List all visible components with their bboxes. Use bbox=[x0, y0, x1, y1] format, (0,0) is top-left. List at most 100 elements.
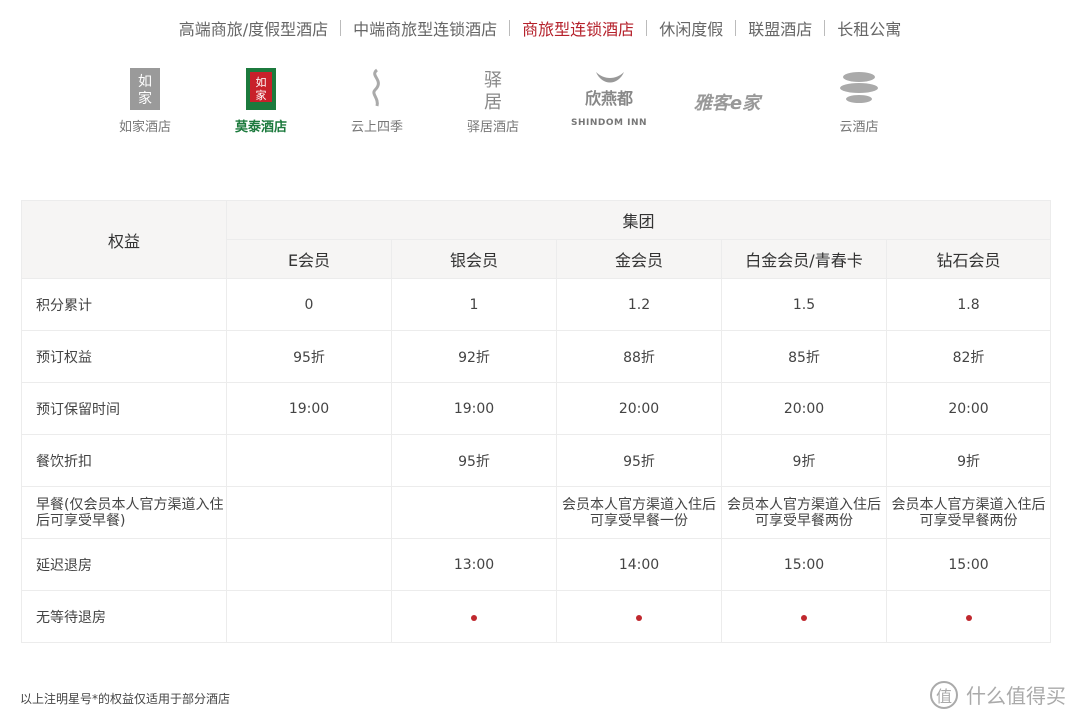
table-cell: 19:00 bbox=[391, 382, 557, 435]
tier-header-gold: 金会员 bbox=[556, 239, 722, 279]
hotel-category-nav: 高端商旅/度假型酒店 中端商旅型连锁酒店 商旅型连锁酒店 休闲度假 联盟酒店 长… bbox=[0, 14, 1080, 42]
table-cell: 95折 bbox=[391, 434, 557, 487]
table-cell bbox=[226, 538, 392, 591]
table-cell: 19:00 bbox=[226, 382, 392, 435]
table-row: 无等待退房 bbox=[21, 590, 1052, 643]
table-row: 积分累计 0 1 1.2 1.5 1.8 bbox=[21, 278, 1052, 331]
brand-yunshang[interactable]: 云上四季 bbox=[322, 64, 432, 144]
table-cell: 1.8 bbox=[885, 278, 1052, 331]
table-cell: 20:00 bbox=[556, 382, 722, 435]
table-cell bbox=[226, 486, 392, 539]
yunshang-logo-icon bbox=[322, 64, 432, 114]
table-row: 预订权益 95折 92折 88折 85折 82折 bbox=[21, 330, 1052, 383]
svg-text:雅客e家: 雅客e家 bbox=[694, 93, 763, 114]
brand-caption: 莫泰酒店 bbox=[234, 120, 287, 135]
table-cell: 95折 bbox=[556, 434, 722, 487]
benefits-column-header: 权益 bbox=[21, 200, 227, 279]
footnote: 以上注明星号*的权益仅适用于部分酒店 bbox=[20, 692, 231, 706]
table-cell: 20:00 bbox=[885, 382, 1052, 435]
svg-text:驿: 驿 bbox=[484, 70, 502, 91]
table-cell: 1.2 bbox=[556, 278, 722, 331]
table-cell: 9折 bbox=[885, 434, 1052, 487]
brand-shindom[interactable]: 欣燕都 SHINDOM INN bbox=[554, 64, 664, 144]
brand-yake[interactable]: 雅客e家 bbox=[672, 64, 782, 144]
table-cell: 9折 bbox=[721, 434, 887, 487]
brand-yun[interactable]: 云酒店 bbox=[804, 64, 914, 144]
table-cell: 1 bbox=[391, 278, 557, 331]
row-label: 预订权益 bbox=[21, 330, 227, 383]
included-dot-icon bbox=[801, 614, 807, 621]
table-row: 早餐(仅会员本人官方渠道入住后可享受早餐) 会员本人官方渠道入住后可享受早餐一份… bbox=[21, 486, 1052, 539]
smzdm-logo-icon: 值 bbox=[930, 680, 958, 709]
table-cell bbox=[226, 434, 392, 487]
row-label: 餐饮折扣 bbox=[21, 434, 227, 487]
homeinn-logo-icon: 如 家 bbox=[90, 64, 200, 114]
brand-motel[interactable]: 如 家 莫泰酒店 bbox=[206, 64, 316, 144]
table-row: 预订保留时间 19:00 19:00 20:00 20:00 20:00 bbox=[21, 382, 1052, 435]
table-cell: 85折 bbox=[721, 330, 887, 383]
nav-item-luxury[interactable]: 高端商旅/度假型酒店 bbox=[167, 16, 340, 40]
row-label: 无等待退房 bbox=[21, 590, 227, 643]
shindom-logo-icon: 欣燕都 bbox=[554, 64, 664, 114]
motel-logo-icon: 如 家 bbox=[206, 64, 316, 114]
table-cell bbox=[721, 590, 887, 643]
table-cell: 会员本人官方渠道入住后可享受早餐一份 bbox=[556, 486, 722, 539]
group-header: 集团 bbox=[225, 200, 1052, 240]
brand-caption: 云上四季 bbox=[350, 120, 403, 135]
table-cell: 82折 bbox=[885, 330, 1052, 383]
nav-item-leisure[interactable]: 休闲度假 bbox=[647, 16, 735, 40]
nav-item-midscale[interactable]: 中端商旅型连锁酒店 bbox=[341, 16, 509, 40]
member-benefits-table: 权益 集团 E会员 银会员 金会员 白金会员/青春卡 钻石会员 积分累计 0 1… bbox=[21, 200, 1052, 643]
brand-caption: 驿居酒店 bbox=[466, 120, 519, 135]
svg-text:如: 如 bbox=[138, 74, 152, 90]
brand-caption: SHINDOM INN bbox=[570, 118, 648, 128]
brand-yiju[interactable]: 驿 居 驿居酒店 bbox=[438, 64, 548, 144]
yiju-logo-icon: 驿 居 bbox=[438, 64, 548, 114]
table-cell: 会员本人官方渠道入住后可享受早餐两份 bbox=[885, 486, 1052, 539]
table-cell: 92折 bbox=[391, 330, 557, 383]
table-cell bbox=[391, 590, 557, 643]
table-row: 延迟退房 13:00 14:00 15:00 15:00 bbox=[21, 538, 1052, 591]
tier-header-silver: 银会员 bbox=[391, 239, 557, 279]
watermark-text: 什么值得买 bbox=[966, 684, 1066, 708]
table-cell bbox=[885, 590, 1052, 643]
included-dot-icon bbox=[471, 614, 477, 621]
brand-caption: 如家酒店 bbox=[118, 120, 171, 135]
nav-item-alliance[interactable]: 联盟酒店 bbox=[736, 16, 824, 40]
table-cell: 20:00 bbox=[721, 382, 887, 435]
table-cell: 95折 bbox=[226, 330, 392, 383]
row-label: 早餐(仅会员本人官方渠道入住后可享受早餐) bbox=[21, 486, 227, 539]
tier-header-e: E会员 bbox=[226, 239, 392, 279]
nav-item-apartment[interactable]: 长租公寓 bbox=[825, 16, 913, 40]
watermark: 值 什么值得买 bbox=[930, 680, 1066, 709]
svg-text:家: 家 bbox=[256, 88, 267, 102]
svg-text:居: 居 bbox=[484, 92, 502, 112]
yake-logo-icon: 雅客e家 bbox=[672, 78, 782, 128]
table-cell: 会员本人官方渠道入住后可享受早餐两份 bbox=[721, 486, 887, 539]
nav-item-economy[interactable]: 商旅型连锁酒店 bbox=[510, 16, 646, 40]
included-dot-icon bbox=[965, 614, 972, 621]
table-cell bbox=[226, 590, 392, 643]
included-dot-icon bbox=[636, 614, 642, 621]
table-cell: 1.5 bbox=[721, 278, 887, 331]
svg-text:家: 家 bbox=[138, 90, 152, 107]
table-row: 餐饮折扣 95折 95折 9折 9折 bbox=[21, 434, 1052, 487]
table-cell: 14:00 bbox=[556, 538, 722, 591]
row-label: 积分累计 bbox=[21, 278, 227, 331]
table-cell: 13:00 bbox=[391, 538, 557, 591]
tier-header-diamond: 钻石会员 bbox=[885, 239, 1052, 279]
tier-header-platinum: 白金会员/青春卡 bbox=[721, 239, 887, 279]
table-cell bbox=[556, 590, 722, 643]
row-label: 预订保留时间 bbox=[21, 382, 227, 435]
table-cell: 0 bbox=[226, 278, 392, 331]
brand-homeinn[interactable]: 如 家 如家酒店 bbox=[90, 64, 200, 144]
svg-text:如: 如 bbox=[256, 75, 267, 89]
brand-caption: 云酒店 bbox=[839, 120, 879, 135]
table-cell: 88折 bbox=[556, 330, 722, 383]
row-label: 延迟退房 bbox=[21, 538, 227, 591]
svg-text:欣燕都: 欣燕都 bbox=[585, 89, 633, 108]
table-cell: 15:00 bbox=[885, 538, 1052, 591]
yun-logo-icon bbox=[804, 64, 914, 114]
table-cell: 15:00 bbox=[721, 538, 887, 591]
table-cell bbox=[391, 486, 557, 539]
